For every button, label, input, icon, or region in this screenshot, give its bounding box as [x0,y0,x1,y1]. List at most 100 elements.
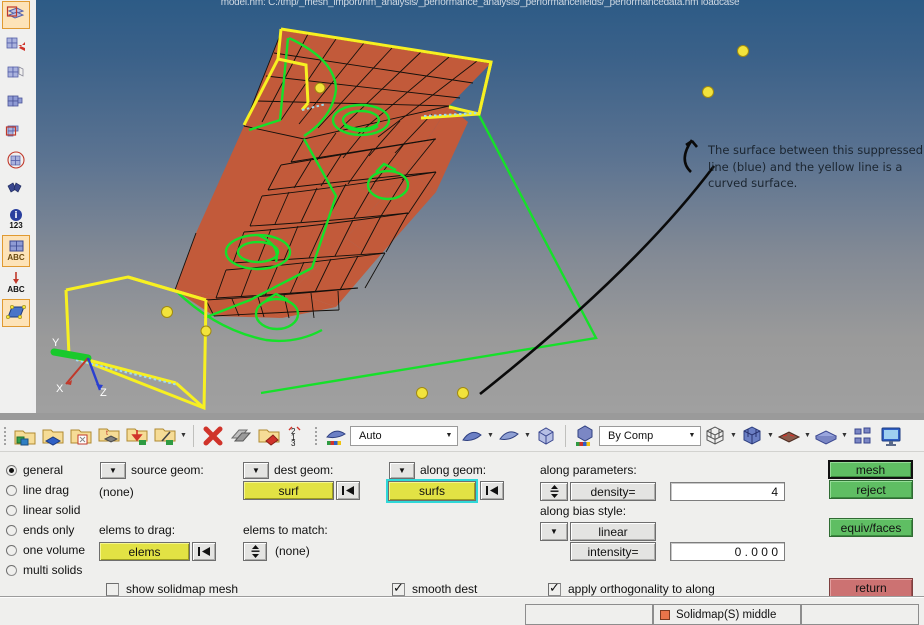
dest-geom-dropdown[interactable]: ▼ [243,462,269,479]
up-down-arrow-icon [251,545,259,558]
color-by-combo[interactable]: By Comp ▼ [599,425,701,446]
source-geom-dropdown[interactable]: ▼ [100,462,126,479]
dest-geom-label: dest geom: [274,463,334,477]
svg-text:3: 3 [291,439,296,447]
wireframe-surface-dropdown-arrow[interactable]: ▼ [523,422,532,450]
checkbox-smooth-dest[interactable]: smooth dest [392,581,477,596]
intensity-value: 0 . 0 0 0 [734,544,778,559]
shaded-surface-icon[interactable] [458,422,486,450]
intensity-label: intensity= [587,544,639,559]
component-blue-icon[interactable] [39,422,67,450]
equiv-faces-button[interactable]: equiv/faces [829,518,913,537]
return-button[interactable]: return [829,578,913,598]
drop-abc-caption: ABC [7,285,25,294]
component-edit-icon[interactable] [67,422,95,450]
reject-button[interactable]: reject [829,480,913,499]
component-tools-icon[interactable] [151,422,179,450]
intensity-button[interactable]: intensity= [570,542,656,561]
mesh-edit-icon[interactable] [2,1,30,29]
show-solidmap-mesh-box [106,582,119,596]
density-button[interactable]: density= [570,482,656,501]
bias-style-value: linear [598,524,628,539]
wireframe-cube-dropdown-arrow[interactable]: ▼ [729,422,738,450]
component-tools-dropdown-arrow[interactable]: ▼ [179,422,188,450]
mask-icon[interactable] [227,422,255,450]
intensity-input[interactable]: 0 . 0 0 0 [670,542,785,561]
along-geom-selector[interactable]: surfs [386,479,478,503]
toolbar-grip-2[interactable] [312,425,319,447]
radio-ends-only-label: ends only [23,523,75,537]
mesh-circle-icon[interactable] [2,146,30,174]
dest-geom-selector[interactable]: surf [243,481,334,500]
element-fill-dropdown-arrow[interactable]: ▼ [803,422,812,450]
density-spinner[interactable] [540,482,568,501]
display-mode-caret[interactable]: ▼ [441,427,457,445]
rewind-icon [342,486,354,495]
info-number-caption: 123 [9,221,23,230]
shaded-geom-icon[interactable] [532,422,560,450]
radio-ends-only[interactable]: ends only [6,520,102,540]
radio-linear-solid[interactable]: linear solid [6,500,102,520]
shaded-cube-dropdown-arrow[interactable]: ▼ [766,422,775,450]
density-input[interactable]: 4 [670,482,785,501]
along-geom-reset[interactable] [480,481,504,500]
wireframe-cube-icon[interactable] [701,422,729,450]
monitor-icon[interactable] [877,422,905,450]
elems-to-drag-selector[interactable]: elems [99,542,190,561]
panel-separator [0,596,924,598]
delete-icon[interactable] [199,422,227,450]
along-geom-dropdown[interactable]: ▼ [389,462,415,479]
source-geom-value: (none) [99,485,134,499]
wireframe-surface-icon[interactable] [495,422,523,450]
drop-abc-icon[interactable]: ABC [2,268,30,298]
axis-triad: Y X Z [44,332,114,403]
component-import-icon[interactable] [123,422,151,450]
checkbox-apply-orthogonality[interactable]: apply orthogonality to along [548,581,715,596]
display-mode-combo[interactable]: Auto ▼ [350,425,458,446]
radio-multi-solids[interactable]: multi solids [6,560,102,580]
color-by-icon[interactable] [571,422,599,450]
3d-viewport[interactable]: model.hm: C:/tmp/_mesh_import/hm_analysi… [36,0,924,413]
radio-line-drag-dot [6,484,17,496]
mesh-translate-icon[interactable] [2,30,30,58]
current-component-box[interactable]: Solidmap(S) middle [653,604,801,625]
elems-to-drag-reset[interactable] [192,542,216,561]
status-right-box[interactable] [801,604,919,625]
panels-icon[interactable] [849,422,877,450]
shaded-cube-icon[interactable] [738,422,766,450]
radio-line-drag[interactable]: line drag [6,480,102,500]
component-transform-icon[interactable]: t [95,422,123,450]
shaded-surface-dropdown-arrow[interactable]: ▼ [486,422,495,450]
components-icon[interactable] [11,422,39,450]
radio-line-drag-label: line drag [23,483,70,497]
mesh-select-icon[interactable] [2,117,30,145]
solid-slab-icon[interactable] [812,422,840,450]
mesh-solid-icon[interactable] [2,88,30,116]
bias-style-button[interactable]: linear [570,522,656,541]
axis-label-x: X [56,383,64,395]
surface-node-icon[interactable] [2,299,30,327]
left-vertical-toolbar: 123 ABC ABC [0,0,32,413]
radio-general[interactable]: general [6,460,102,480]
checkbox-show-solidmap-mesh[interactable]: show solidmap mesh [106,582,238,596]
toolbar-separator-1 [193,424,194,447]
label-abc-caption: ABC [7,253,25,262]
label-abc-icon[interactable]: ABC [2,235,30,267]
radio-one-volume[interactable]: one volume [6,540,102,560]
elems-to-match-spinner[interactable] [243,542,267,561]
info-number-icon[interactable]: 123 [2,204,30,234]
renumber-icon[interactable]: 2 1 3 [283,422,311,450]
binoculars-icon[interactable] [2,175,30,203]
source-geom-caret: ▼ [109,465,117,475]
component-color-icon[interactable] [255,422,283,450]
display-mode-icon[interactable] [322,422,350,450]
element-fill-icon[interactable] [775,422,803,450]
mesh-button[interactable]: mesh [828,460,913,479]
status-left-box[interactable] [525,604,653,625]
dest-geom-reset[interactable] [336,481,360,500]
mesh-grid-icon[interactable] [2,59,30,87]
bias-style-dropdown[interactable]: ▼ [540,522,568,541]
color-by-caret[interactable]: ▼ [684,427,700,445]
solid-slab-dropdown-arrow[interactable]: ▼ [840,422,849,450]
toolbar-grip-1[interactable] [1,425,8,447]
